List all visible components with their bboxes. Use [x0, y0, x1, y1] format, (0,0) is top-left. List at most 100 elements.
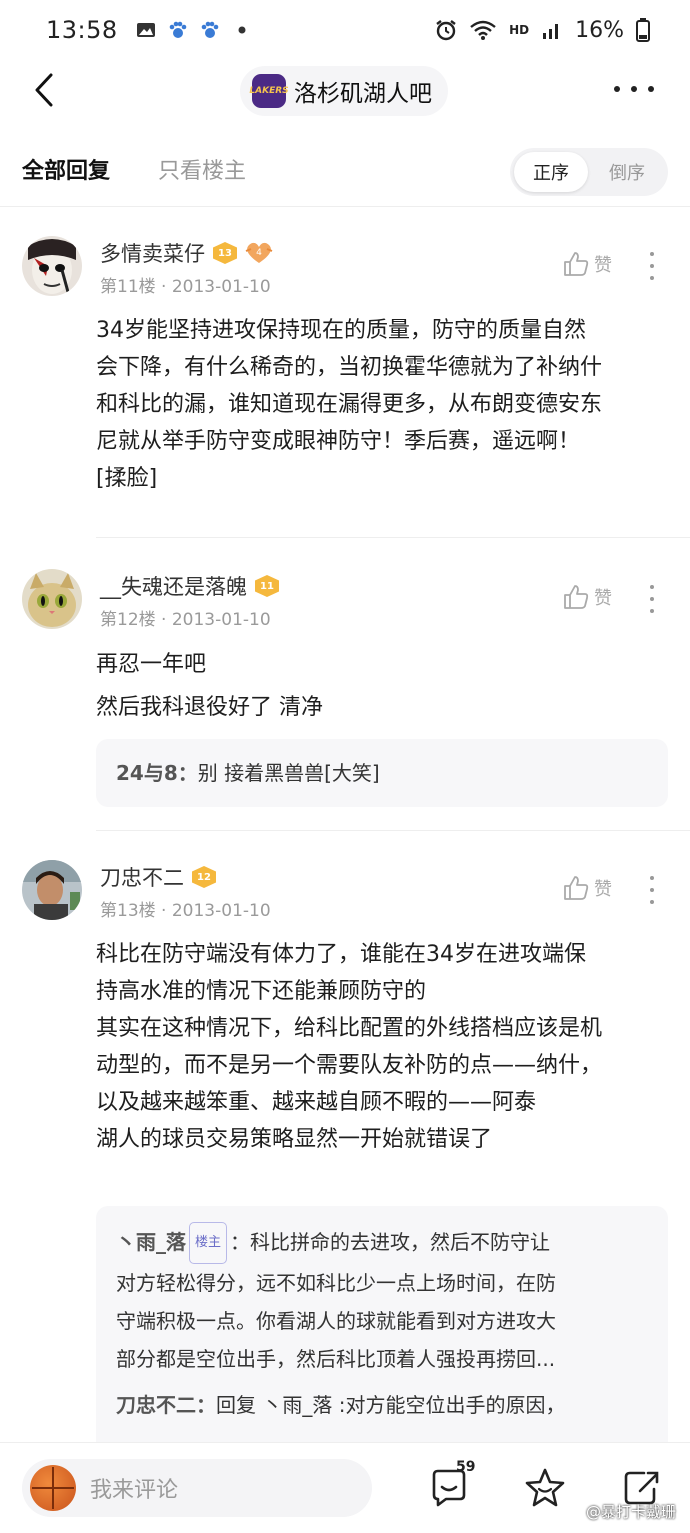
content-line: 再忍一年吧	[96, 652, 207, 677]
dot-icon	[238, 26, 246, 34]
sub-reply-author[interactable]: 丶雨_落	[116, 1230, 186, 1254]
post-menu-button[interactable]	[646, 876, 658, 904]
wifi-icon	[470, 20, 496, 40]
tab-all-replies[interactable]: 全部回复	[22, 153, 110, 185]
alarm-icon	[436, 20, 456, 41]
content-line: 动型的，而不是另一个需要队友补防的点——纳什，	[96, 1053, 603, 1078]
username[interactable]: __失魂还是落魄	[100, 571, 247, 601]
sub-reply-author[interactable]: 刀忠不二：	[116, 1393, 216, 1417]
post-content: 再忍一年吧 然后我科退役好了 清净	[96, 646, 672, 726]
avatar[interactable]	[22, 569, 82, 629]
like-button[interactable]: 赞	[562, 583, 612, 611]
avatar[interactable]	[22, 860, 82, 920]
post-divider	[96, 830, 690, 831]
heart-level: 4	[256, 248, 262, 258]
status-time: 13:58	[46, 16, 118, 44]
post-floor-13: 刀忠不二 12 第13楼 · 2013-01-10 赞 科比在防守端没有体力了，…	[0, 856, 690, 1442]
thumbs-up-icon	[564, 585, 589, 609]
kebab-dot	[650, 585, 654, 589]
status-right: HD 16%	[435, 18, 650, 43]
tab-only-op[interactable]: 只看楼主	[158, 153, 246, 185]
reply-filter-bar: 全部回复 只看楼主 正序 倒序	[0, 140, 690, 202]
sub-reply: 24与8：别 接着黑兽兽[大笑]	[116, 757, 648, 786]
paw-icon	[201, 21, 218, 38]
sub-reply: 丶雨_落 楼主 ：科比拼命的去进攻，然后不防守让 对方轻松得分，远不如科比少一点上场…	[116, 1222, 648, 1378]
sub-reply-box[interactable]: 24与8：别 接着黑兽兽[大笑]	[96, 739, 668, 807]
chevron-left-icon	[35, 73, 53, 107]
username-row: __失魂还是落魄 11	[100, 571, 279, 601]
post-content: 34岁能坚持进攻保持现在的质量，防守的质量自然 会下降，有什么稀奇的，当初换霍华…	[96, 312, 672, 497]
battery-percent: 16%	[575, 17, 624, 43]
comment-placeholder: 我来评论	[90, 1478, 179, 1503]
post-menu-button[interactable]	[646, 252, 658, 280]
content-line: [揉脸]	[96, 466, 158, 491]
sort-order-toggle: 正序 倒序	[510, 148, 668, 196]
sub-reply-box[interactable]: 丶雨_落 楼主 ：科比拼命的去进攻，然后不防守让 对方轻松得分，远不如科比少一点上场…	[96, 1206, 668, 1442]
avatar-image	[22, 236, 82, 296]
like-button[interactable]: 赞	[562, 250, 612, 278]
like-label: 赞	[594, 879, 612, 900]
thumbs-up-icon	[564, 252, 589, 276]
forum-title-pill[interactable]: LAKERS 洛杉矶湖人吧	[240, 66, 448, 116]
post-meta: 第12楼 · 2013-01-10	[100, 610, 271, 630]
avatar-image	[22, 569, 82, 629]
username-row: 多情卖菜仔 13 4	[100, 238, 273, 268]
avatar-image	[22, 860, 82, 920]
notification-icons	[136, 20, 252, 40]
content-line: 持高水准的情况下还能兼顾防守的	[96, 979, 427, 1004]
sub-reply-text: 回复 丶雨_落 :对方能空位出手的原因，	[216, 1393, 566, 1417]
like-label: 赞	[594, 255, 612, 276]
avatar[interactable]	[22, 236, 82, 296]
forum-logo: LAKERS	[249, 74, 289, 108]
kebab-dot	[650, 888, 654, 892]
heart-badge-icon: 4	[245, 241, 273, 265]
kebab-dot	[650, 900, 654, 904]
content-line: 以及越来越笨重、越来越自顾不暇的——阿泰	[96, 1090, 537, 1115]
my-avatar	[30, 1465, 76, 1511]
post-menu-button[interactable]	[646, 585, 658, 613]
sub-reply-author[interactable]: 24与8：	[116, 761, 198, 785]
star-icon[interactable]	[524, 1467, 566, 1509]
content-line: 湖人的球员交易策略显然一开始就错误了	[96, 1127, 493, 1152]
nav-bar: LAKERS 洛杉矶湖人吧	[0, 60, 690, 120]
order-ascending-button[interactable]: 正序	[514, 152, 588, 192]
signal-icon	[543, 24, 559, 39]
content-line: 其实在这种情况下，给科比配置的外线搭档应该是机	[96, 1016, 603, 1041]
post-content: 科比在防守端没有体力了，谁能在34岁在进攻端保 持高水准的情况下还能兼顾防守的 …	[96, 936, 672, 1158]
content-line: 34岁能坚持进攻保持现在的质量，防守的质量自然	[96, 318, 586, 343]
kebab-dot	[650, 264, 654, 268]
battery-icon	[636, 18, 650, 42]
level-badge: 13	[213, 242, 237, 264]
floor-number: 第12楼	[100, 610, 156, 630]
sub-reply-line: 对方轻松得分，远不如科比少一点上场时间，在防	[116, 1271, 556, 1295]
post-date: 2013-01-10	[171, 277, 271, 297]
sub-reply-line: ：科比拼命的去进攻，然后不防守让	[230, 1230, 551, 1254]
post-date: 2013-01-10	[171, 610, 271, 630]
sub-reply-text: 别 接着黑兽兽[大笑]	[197, 761, 380, 785]
bottom-action-bar: 我来评论 59 @暴打卡戴珊	[0, 1442, 690, 1533]
comment-input[interactable]: 我来评论	[22, 1459, 372, 1517]
content-line: 然后我科退役好了 清净	[96, 695, 323, 720]
post-meta: 第13楼 · 2013-01-10	[100, 901, 271, 921]
back-button[interactable]	[24, 70, 64, 110]
username[interactable]: 多情卖菜仔	[100, 238, 205, 268]
more-dot	[631, 86, 637, 92]
order-descending-button[interactable]: 倒序	[590, 152, 664, 192]
username-row: 刀忠不二 12	[100, 862, 216, 892]
kebab-dot	[650, 252, 654, 256]
divider	[0, 206, 690, 207]
like-label: 赞	[594, 588, 612, 609]
post-date: 2013-01-10	[171, 901, 271, 921]
more-options-button[interactable]	[614, 74, 654, 104]
floor-number: 第13楼	[100, 901, 156, 921]
more-dot	[614, 86, 620, 92]
like-button[interactable]: 赞	[562, 874, 612, 902]
forum-logo-text: LAKERS	[249, 86, 289, 96]
thumbs-up-icon	[564, 876, 589, 900]
post-meta: 第11楼 · 2013-01-10	[100, 277, 271, 297]
level-badge: 12	[192, 866, 216, 888]
sub-reply: 刀忠不二：回复 丶雨_落 :对方能空位出手的原因，	[116, 1386, 648, 1424]
paw-icon	[169, 21, 186, 38]
level-badge: 11	[255, 575, 279, 597]
username[interactable]: 刀忠不二	[100, 862, 184, 892]
